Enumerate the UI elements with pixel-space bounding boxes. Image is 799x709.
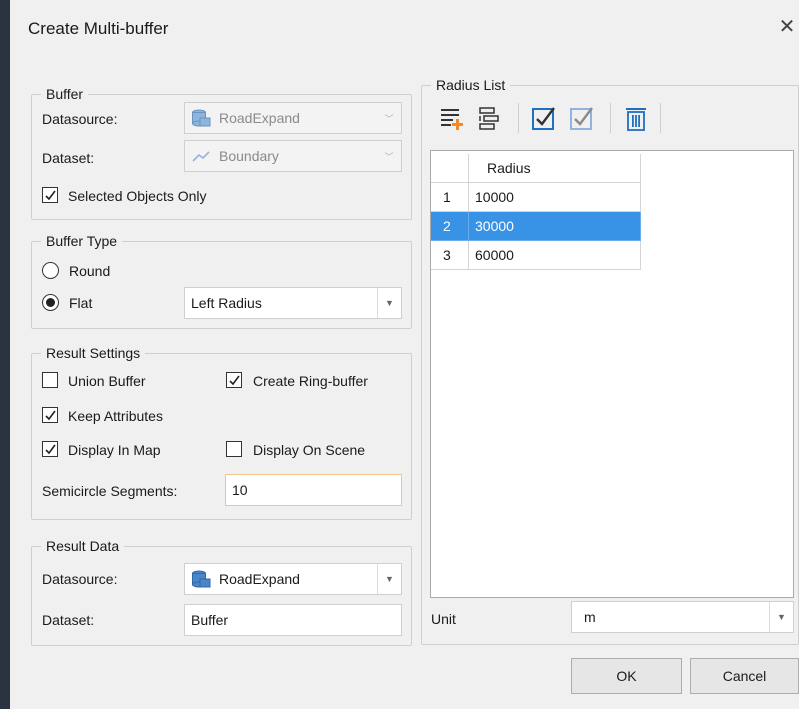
dropdown-arrow-icon[interactable]: ▼ bbox=[377, 288, 401, 318]
insert-row-icon[interactable] bbox=[476, 104, 504, 132]
result-datasource-combo[interactable]: RoadExpand ▼ bbox=[184, 563, 402, 595]
row-index: 1 bbox=[431, 183, 469, 212]
keep-attributes-label[interactable]: Keep Attributes bbox=[68, 407, 163, 425]
table-row[interactable]: 1 10000 bbox=[431, 183, 793, 212]
table-row[interactable]: 3 60000 bbox=[431, 241, 793, 270]
chevron-down-icon[interactable]: ﹀ bbox=[377, 103, 401, 133]
buffer-type-legend: Buffer Type bbox=[41, 233, 123, 249]
table-row[interactable]: 2 30000 bbox=[431, 212, 793, 241]
semicircle-segments-input[interactable]: 10 bbox=[225, 474, 402, 506]
result-data-legend: Result Data bbox=[41, 538, 125, 554]
buffer-group: Buffer Datasource: RoadExpand ﹀ Dataset:… bbox=[31, 86, 412, 220]
display-in-map-checkbox[interactable] bbox=[42, 441, 58, 457]
selected-objects-only-label[interactable]: Selected Objects Only bbox=[68, 187, 207, 205]
semicircle-segments-label: Semicircle Segments: bbox=[42, 483, 178, 499]
keep-attributes-checkbox[interactable] bbox=[42, 407, 58, 423]
result-dataset-input[interactable]: Buffer bbox=[184, 604, 402, 636]
dropdown-arrow-icon[interactable]: ▼ bbox=[769, 602, 793, 632]
radius-cell[interactable]: 30000 bbox=[469, 212, 641, 241]
buffer-legend: Buffer bbox=[41, 86, 89, 102]
create-ring-buffer-label[interactable]: Create Ring-buffer bbox=[253, 372, 368, 390]
result-settings-legend: Result Settings bbox=[41, 345, 146, 361]
result-dataset-label: Dataset: bbox=[42, 612, 95, 628]
delete-icon[interactable] bbox=[622, 104, 650, 132]
radius-column-header[interactable]: Radius bbox=[469, 154, 641, 183]
radius-cell[interactable]: 10000 bbox=[469, 183, 641, 212]
add-row-icon[interactable] bbox=[438, 104, 466, 132]
radius-cell[interactable]: 60000 bbox=[469, 241, 641, 270]
result-settings-group: Result Settings Union Buffer Create Ring… bbox=[31, 345, 412, 520]
flat-radio[interactable] bbox=[42, 294, 59, 311]
display-on-scene-checkbox[interactable] bbox=[226, 441, 242, 457]
unit-value: m bbox=[584, 609, 596, 625]
result-datasource-label: Datasource: bbox=[42, 571, 118, 587]
display-in-map-label[interactable]: Display In Map bbox=[68, 441, 161, 459]
result-data-group: Result Data Datasource: RoadExpand ▼ Dat… bbox=[31, 538, 412, 646]
toolbar-separator bbox=[660, 103, 661, 133]
radius-list-legend: Radius List bbox=[431, 77, 511, 93]
datasource-combo[interactable]: RoadExpand ﹀ bbox=[184, 102, 402, 134]
unit-label: Unit bbox=[431, 611, 456, 627]
checkmark-icon bbox=[229, 375, 240, 386]
selected-objects-only-checkbox[interactable] bbox=[42, 187, 58, 203]
row-index-header bbox=[431, 154, 469, 183]
display-on-scene-label[interactable]: Display On Scene bbox=[253, 441, 365, 459]
union-buffer-label[interactable]: Union Buffer bbox=[68, 372, 146, 390]
datasource-icon bbox=[192, 109, 211, 127]
round-radio[interactable] bbox=[42, 262, 59, 279]
datasource-value: RoadExpand bbox=[219, 110, 300, 126]
result-datasource-value: RoadExpand bbox=[219, 571, 300, 587]
chevron-down-icon[interactable]: ﹀ bbox=[377, 141, 401, 171]
union-buffer-checkbox[interactable] bbox=[42, 372, 58, 388]
unit-combo[interactable]: m ▼ bbox=[571, 601, 794, 633]
toolbar-separator bbox=[610, 103, 611, 133]
invert-select-icon[interactable] bbox=[568, 104, 596, 132]
checkmark-icon bbox=[45, 190, 56, 201]
flat-side-combo[interactable]: Left Radius ▼ bbox=[184, 287, 402, 319]
ok-button[interactable]: OK bbox=[571, 658, 682, 694]
create-multi-buffer-dialog: Create Multi-buffer ✕ Buffer Datasource:… bbox=[10, 0, 799, 709]
radio-selected-dot bbox=[46, 298, 55, 307]
flat-label[interactable]: Flat bbox=[69, 294, 92, 312]
checkmark-icon bbox=[45, 444, 56, 455]
datasource-label: Datasource: bbox=[42, 111, 118, 127]
dialog-title: Create Multi-buffer bbox=[28, 19, 169, 38]
row-index: 2 bbox=[431, 212, 469, 241]
flat-side-value: Left Radius bbox=[191, 295, 262, 311]
cancel-button[interactable]: Cancel bbox=[690, 658, 799, 694]
select-all-icon[interactable] bbox=[530, 104, 558, 132]
title-bar: Create Multi-buffer ✕ bbox=[10, 0, 799, 62]
radius-grid[interactable]: Radius 1 10000 2 30000 3 60000 bbox=[430, 150, 794, 598]
dataset-label: Dataset: bbox=[42, 150, 95, 166]
checkmark-icon bbox=[45, 410, 56, 421]
dropdown-arrow-icon[interactable]: ▼ bbox=[377, 564, 401, 594]
grid-header-row: Radius bbox=[431, 154, 793, 183]
line-dataset-icon bbox=[192, 151, 210, 162]
create-ring-buffer-checkbox[interactable] bbox=[226, 372, 242, 388]
buffer-type-group: Buffer Type Round Flat Left Radius ▼ bbox=[31, 233, 412, 329]
toolbar-separator bbox=[518, 103, 519, 133]
close-icon[interactable]: ✕ bbox=[774, 14, 799, 40]
row-index: 3 bbox=[431, 241, 469, 270]
dataset-combo[interactable]: Boundary ﹀ bbox=[184, 140, 402, 172]
datasource-icon bbox=[192, 570, 211, 588]
round-label[interactable]: Round bbox=[69, 262, 110, 280]
dataset-value: Boundary bbox=[219, 148, 279, 164]
